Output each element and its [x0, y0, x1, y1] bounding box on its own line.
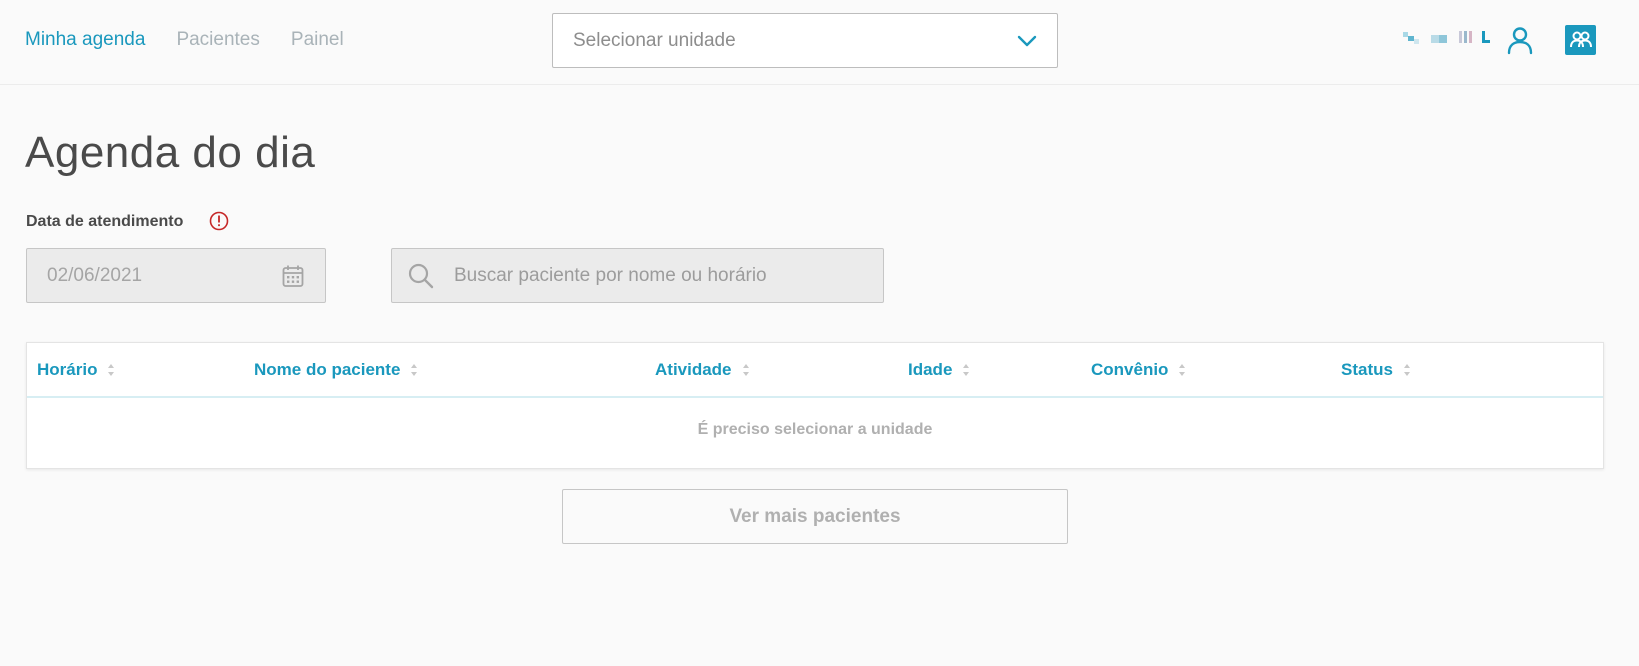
search-icon: [408, 263, 434, 288]
column-header-label: Status: [1341, 360, 1393, 379]
sort-icon: [1403, 364, 1410, 376]
sort-icon: [963, 364, 970, 376]
nav-link-pacientes[interactable]: Pacientes: [176, 29, 259, 51]
column-header-label: Nome do paciente: [254, 360, 401, 379]
sort-icon: [742, 364, 749, 376]
column-header-horario[interactable]: Horário: [37, 360, 115, 380]
appointments-table: Horário Nome do paciente Atividade Idade…: [26, 342, 1604, 469]
table-header: Horário Nome do paciente Atividade Idade…: [27, 343, 1603, 398]
date-field[interactable]: 02/06/2021: [26, 248, 326, 303]
column-header-label: Horário: [37, 360, 98, 379]
column-header-label: Idade: [908, 360, 953, 379]
unit-select-placeholder: Selecionar unidade: [573, 29, 736, 51]
column-header-atividade[interactable]: Atividade: [655, 360, 750, 380]
date-value: 02/06/2021: [47, 264, 143, 286]
brand-logo-icon: [1403, 31, 1490, 44]
nav-link-painel[interactable]: Painel: [291, 29, 344, 51]
chevron-down-icon: [1017, 31, 1037, 51]
page-title: Agenda do dia: [25, 128, 316, 177]
sort-icon: [1179, 364, 1186, 376]
column-header-convenio[interactable]: Convênio: [1091, 360, 1186, 380]
column-header-label: Atividade: [655, 360, 732, 379]
team-icon[interactable]: [1565, 25, 1596, 55]
sort-icon: [411, 364, 418, 376]
column-header-label: Convênio: [1091, 360, 1169, 379]
column-header-status[interactable]: Status: [1341, 360, 1411, 380]
top-bar: Minha agenda Pacientes Painel Selecionar…: [0, 0, 1639, 85]
column-header-nome-do-paciente[interactable]: Nome do paciente: [254, 360, 418, 380]
column-header-idade[interactable]: Idade: [908, 360, 970, 380]
date-label: Data de atendimento: [26, 213, 184, 230]
warning-icon[interactable]: [209, 211, 229, 231]
unit-select[interactable]: Selecionar unidade: [552, 13, 1058, 68]
nav-link-minha-agenda[interactable]: Minha agenda: [25, 29, 145, 51]
search-input[interactable]: [454, 264, 867, 287]
see-more-patients-button[interactable]: Ver mais pacientes: [562, 489, 1068, 544]
calendar-icon[interactable]: [281, 264, 305, 288]
user-icon[interactable]: [1505, 25, 1535, 55]
main-nav: Minha agenda Pacientes Painel: [25, 29, 344, 51]
sort-icon: [108, 364, 115, 376]
search-field[interactable]: [391, 248, 884, 303]
table-empty-message: É preciso selecionar a unidade: [697, 421, 933, 438]
